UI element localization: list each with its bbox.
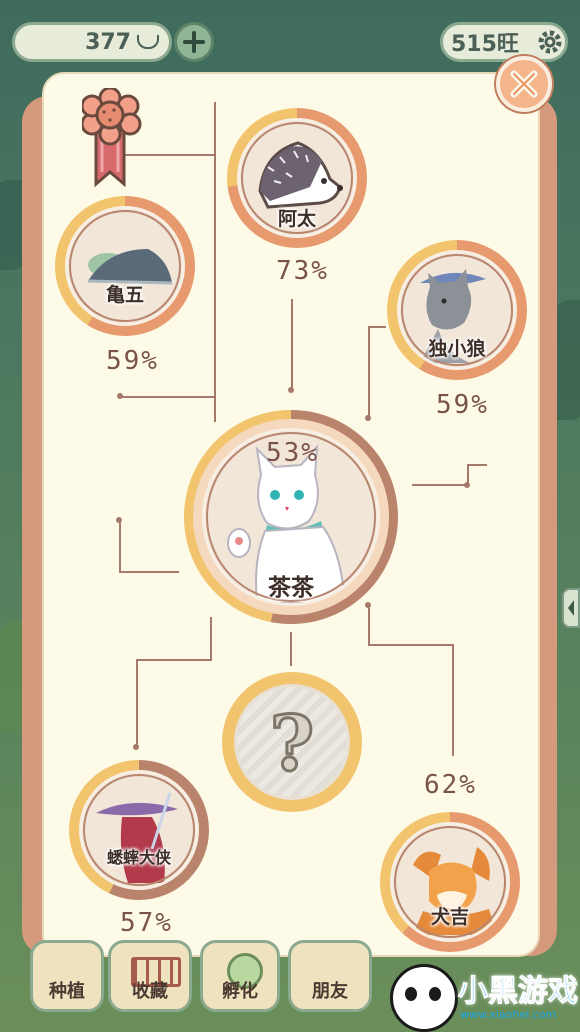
add-coins-button[interactable] xyxy=(174,22,214,62)
connector-line xyxy=(290,632,292,666)
connector-line xyxy=(368,644,454,646)
nav-plant-button[interactable]: 种植 xyxy=(30,940,104,1012)
connector-line xyxy=(368,604,370,644)
watermark-title: 小黑游戏 xyxy=(458,974,579,1010)
connector-dot xyxy=(116,517,122,523)
character-name: 阿太 xyxy=(277,208,316,230)
nav-friends-button[interactable]: 朋友 xyxy=(288,940,372,1012)
close-icon xyxy=(510,70,538,98)
connector-dot xyxy=(464,482,470,488)
connector-line xyxy=(368,326,386,328)
watermark-logo: 小黑游戏 www.xiaohei.com xyxy=(388,960,579,1032)
connector-line xyxy=(210,617,212,659)
character-node-duxiaolang[interactable]: 独小狼 xyxy=(387,240,527,380)
character-node-guiwu[interactable]: 亀五 xyxy=(55,196,195,336)
connector-dot xyxy=(365,602,371,608)
character-node-quanji[interactable]: 犬吉 xyxy=(380,812,520,952)
connector-line xyxy=(136,659,138,747)
connector-line xyxy=(119,571,179,573)
character-name: 茶茶 xyxy=(268,575,314,601)
nav-collection-button[interactable]: 收藏 xyxy=(108,940,192,1012)
locked-portrait: ? xyxy=(234,684,350,800)
close-button[interactable] xyxy=(496,56,552,112)
panda-icon xyxy=(390,964,458,1032)
coin-bowl-icon xyxy=(137,35,159,49)
wang-amount: 515旺 xyxy=(451,32,519,57)
character-name: 亀五 xyxy=(105,284,144,306)
connector-dot xyxy=(288,387,294,393)
portrait-frame xyxy=(83,774,195,886)
gear-icon xyxy=(538,30,562,54)
connector-line xyxy=(119,396,216,398)
connector-dot xyxy=(133,744,139,750)
nav-hatch-button[interactable]: 孵化 xyxy=(200,940,280,1012)
nav-friends-label: 朋友 xyxy=(312,981,348,1002)
connector-line xyxy=(467,464,487,466)
connector-line xyxy=(412,484,467,486)
award-ribbon-icon xyxy=(80,86,144,188)
affinity-percent: 59% xyxy=(106,346,159,376)
connector-line xyxy=(136,659,212,661)
character-node-locked[interactable]: ? xyxy=(222,672,362,812)
affinity-percent: 59% xyxy=(436,390,489,420)
coin-counter: 377 xyxy=(12,22,172,62)
affinity-percent: 62% xyxy=(424,770,477,800)
connector-dot xyxy=(365,415,371,421)
connector-line xyxy=(368,326,370,418)
connector-line xyxy=(119,519,121,571)
affinity-percent: 73% xyxy=(276,256,329,286)
connector-line xyxy=(452,644,454,756)
relationship-panel: 阿太 73% 亀五 59% 独小狼 59% 茶茶 53% ? 蟋蟀大侠 57% … xyxy=(42,72,540,957)
affinity-percent: 57% xyxy=(120,908,173,938)
plus-icon xyxy=(183,31,205,53)
character-name: 犬吉 xyxy=(430,906,469,928)
nav-collection-label: 收藏 xyxy=(132,981,168,1002)
chevron-left-icon xyxy=(568,600,574,616)
connector-line xyxy=(214,102,216,422)
nav-hatch-label: 孵化 xyxy=(222,981,258,1002)
character-name: 独小狼 xyxy=(428,338,486,360)
question-mark-icon: ? xyxy=(268,698,316,790)
nav-plant-label: 种植 xyxy=(49,981,85,1002)
character-node-xishuai[interactable]: 蟋蟀大侠 xyxy=(69,760,209,900)
coin-amount: 377 xyxy=(85,29,131,55)
affinity-percent: 53% xyxy=(266,438,319,468)
character-node-atai[interactable]: 阿太 xyxy=(227,108,367,248)
watermark-url: www.xiaohei.com xyxy=(460,1008,557,1021)
settings-button[interactable] xyxy=(534,26,566,58)
character-name: 蟋蟀大侠 xyxy=(106,848,171,867)
scroll-right-arrow[interactable] xyxy=(562,588,580,628)
connector-dot xyxy=(117,393,123,399)
connector-line xyxy=(291,299,293,391)
